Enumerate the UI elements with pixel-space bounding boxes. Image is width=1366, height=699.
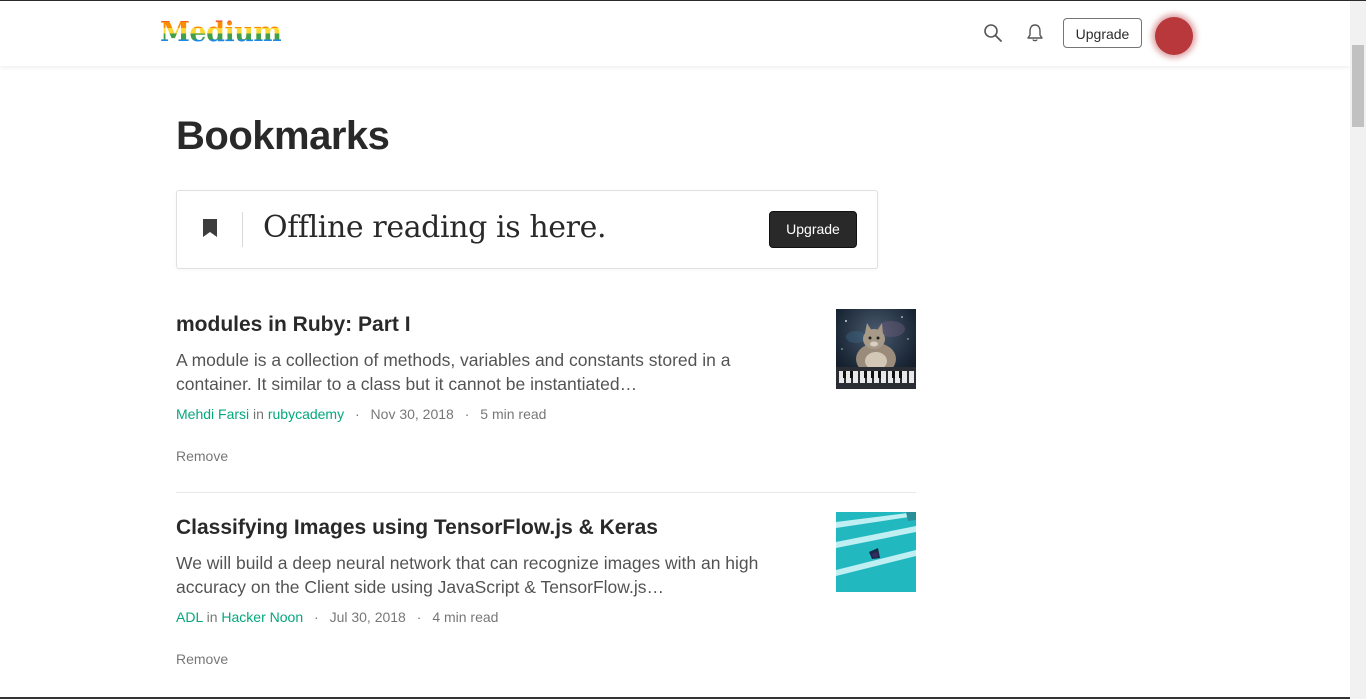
- teal-pixel-thumbnail[interactable]: [836, 512, 916, 592]
- page-scrollbar[interactable]: [1350, 1, 1366, 699]
- avatar[interactable]: [1155, 17, 1193, 55]
- offline-reading-promo: Offline reading is here. Upgrade: [176, 190, 878, 269]
- bookmark-icon: [203, 219, 217, 237]
- article-divider: [176, 492, 916, 493]
- remove-bookmark-button[interactable]: Remove: [176, 446, 228, 466]
- article-meta: ADL in Hacker Noon · Jul 30, 2018 · 4 mi…: [176, 607, 498, 627]
- article-date: Nov 30, 2018: [370, 406, 454, 422]
- article-meta: Mehdi Farsi in rubycademy · Nov 30, 2018…: [176, 404, 546, 424]
- article-title[interactable]: Classifying Images using TensorFlow.js &…: [176, 513, 658, 543]
- read-time: 5 min read: [480, 406, 547, 422]
- search-icon[interactable]: [983, 23, 1003, 43]
- article-title[interactable]: modules in Ruby: Part I: [176, 310, 411, 340]
- meta-separator: ·: [314, 609, 319, 625]
- cat-keyboard-space-thumbnail[interactable]: [836, 309, 916, 389]
- author-link[interactable]: Mehdi Farsi: [176, 406, 249, 422]
- remove-bookmark-button[interactable]: Remove: [176, 649, 228, 669]
- promo-text: Offline reading is here.: [263, 210, 607, 245]
- article-excerpt[interactable]: We will build a deep neural network that…: [176, 551, 796, 599]
- publication-link[interactable]: Hacker Noon: [221, 609, 303, 625]
- meta-separator: ·: [354, 406, 360, 422]
- page-title: Bookmarks: [176, 114, 390, 158]
- upgrade-button-header[interactable]: Upgrade: [1063, 18, 1142, 48]
- in-text: in: [206, 609, 218, 625]
- in-text: in: [253, 406, 264, 422]
- scrollbar-thumb[interactable]: [1352, 45, 1364, 127]
- bell-icon[interactable]: [1025, 23, 1045, 43]
- top-navbar: Medium Upgrade: [0, 1, 1350, 66]
- read-time: 4 min read: [432, 609, 499, 625]
- promo-divider: [242, 212, 243, 247]
- upgrade-button-promo[interactable]: Upgrade: [769, 211, 857, 248]
- article-date: Jul 30, 2018: [329, 609, 406, 625]
- publication-link[interactable]: rubycademy: [268, 406, 344, 422]
- meta-separator: ·: [416, 609, 422, 625]
- medium-logo[interactable]: Medium: [160, 15, 282, 51]
- meta-separator: ·: [464, 406, 470, 422]
- author-link[interactable]: ADL: [176, 609, 203, 625]
- article-excerpt[interactable]: A module is a collection of methods, var…: [176, 348, 796, 396]
